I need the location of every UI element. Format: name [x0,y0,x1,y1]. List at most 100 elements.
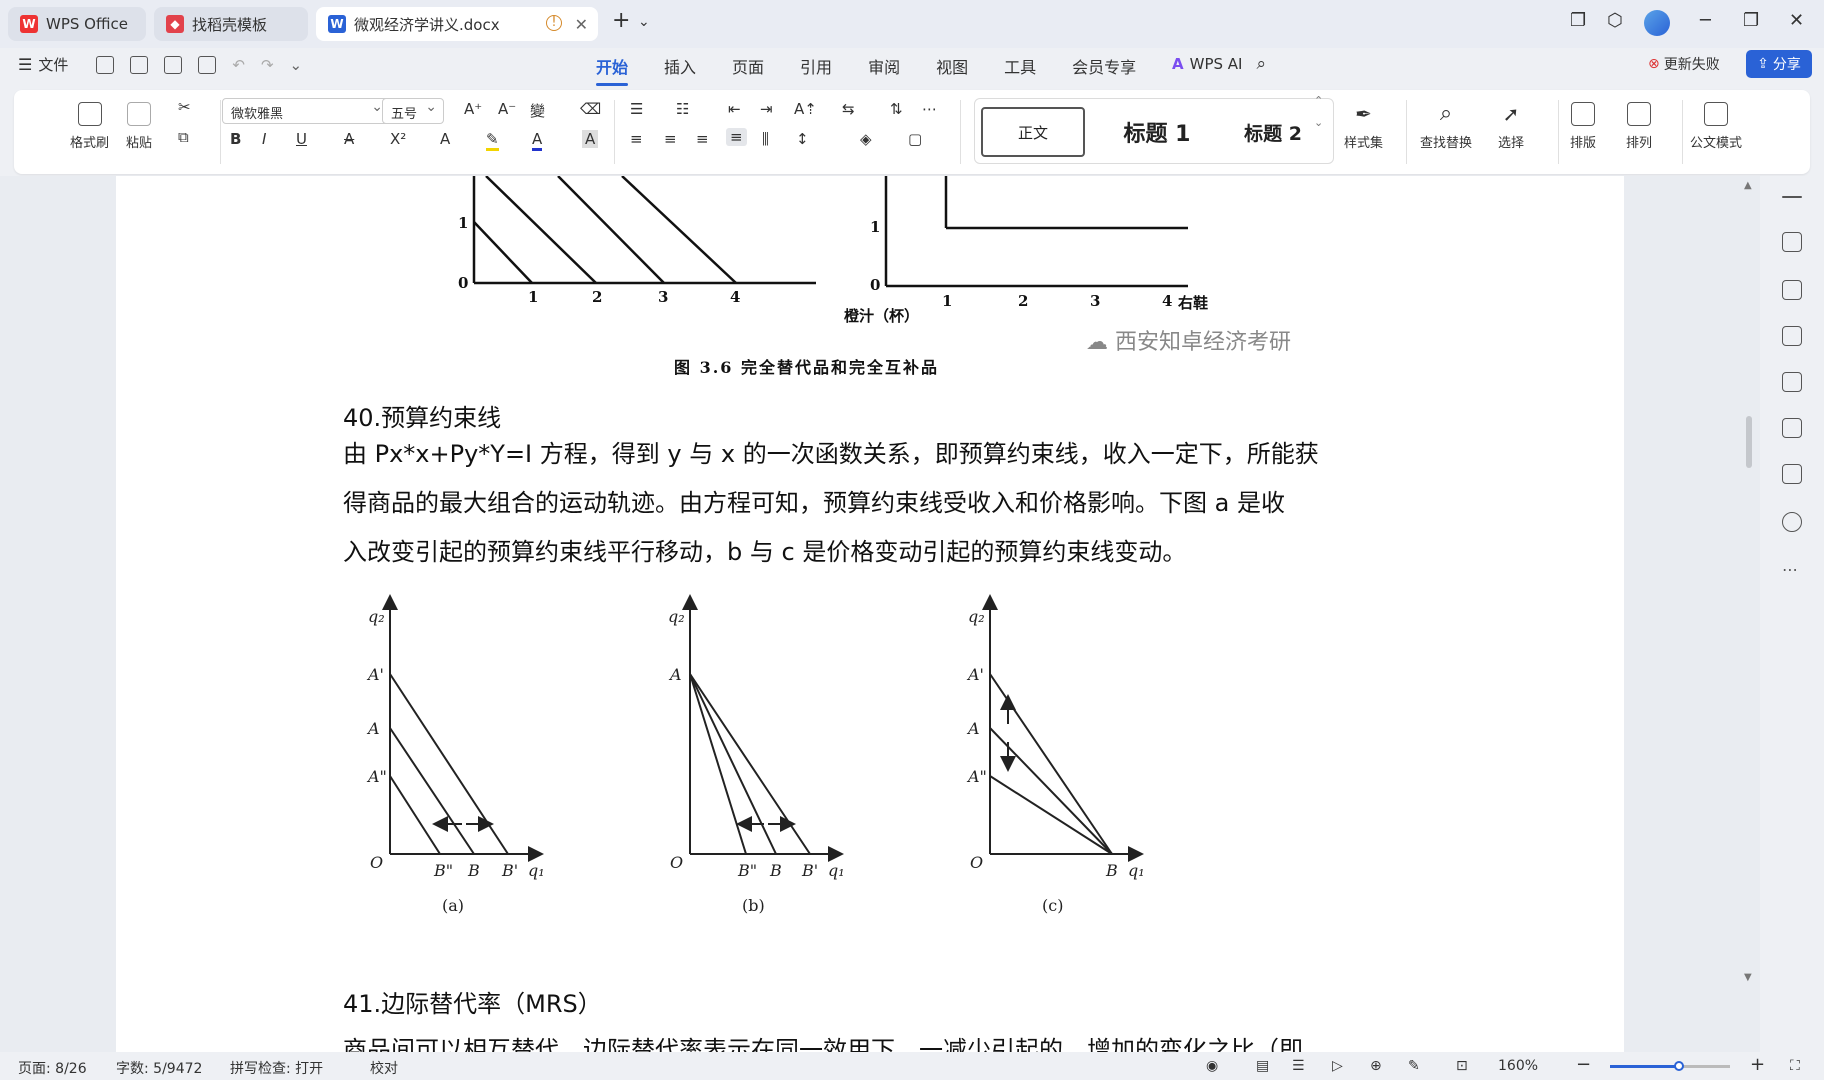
text-direction-icon[interactable]: A⇡ [794,100,817,118]
outdent-icon[interactable]: ⇤ [728,100,741,118]
style-set-button[interactable]: ✒ 样式集 [1344,102,1383,151]
tab-tools[interactable]: 工具 [1004,54,1036,78]
tools-icon[interactable] [1782,418,1802,438]
wps-ai-button[interactable]: A WPS AI ⌕ [1172,54,1266,74]
char-shading-icon[interactable]: A [582,130,599,148]
tab-page[interactable]: 页面 [732,54,764,78]
sort-icon[interactable]: ⇅ [890,100,903,118]
copy-icon[interactable]: ⧉ [178,128,189,146]
document-workspace[interactable]: 1 0 1 2 3 4 橙汁（杯） 1 0 1 2 3 4 右鞋 ☁ 西安知卓经… [0,176,1760,1052]
edit-icon[interactable] [1782,232,1802,252]
word-count[interactable]: 字数: 5/9472 [116,1058,202,1078]
find-replace-button[interactable]: ⌕ 查找替换 [1420,102,1472,152]
share-button[interactable]: ⇪ 分享 [1746,50,1812,78]
style-heading2[interactable]: 标题 2 [1223,107,1323,157]
fit-icon[interactable]: ⊡ [1456,1058,1468,1074]
style-normal[interactable]: 正文 [981,107,1085,157]
avatar[interactable] [1644,10,1670,36]
print-icon[interactable] [164,55,183,74]
tab-member[interactable]: 会员专享 [1072,54,1136,78]
scrollbar-thumb[interactable] [1746,416,1752,468]
play-icon[interactable]: ▷ [1332,1058,1343,1074]
highlight-icon[interactable]: ✎ [486,130,499,151]
shading-icon[interactable]: ◈ [860,130,872,148]
ai-assist-icon[interactable] [1782,372,1802,392]
line-spacing-icon[interactable]: ↕ [796,130,809,148]
paste-button[interactable]: 粘贴 [126,102,152,151]
shrink-font-icon[interactable]: A⁻ [498,100,516,118]
border-icon[interactable]: ▢ [908,130,922,148]
close-window-icon[interactable]: ✕ [1789,10,1804,31]
official-mode-button[interactable]: 公文模式 [1690,102,1742,151]
phonetic-icon[interactable]: 變 [530,100,545,121]
bold-icon[interactable]: B [230,130,241,148]
show-marks-icon[interactable]: ⋯ [922,100,937,118]
tab-view[interactable]: 视图 [936,54,968,78]
outline-view-icon[interactable]: ☰ [1292,1058,1305,1074]
warning-icon[interactable]: ! [546,15,562,31]
underline-icon[interactable]: U [296,130,307,148]
indent-icon[interactable]: ⇥ [760,100,773,118]
tab-document[interactable]: W 微观经济学讲义.docx ! ✕ [316,7,598,41]
more-icon[interactable]: ⌄ [290,56,303,74]
tab-reference[interactable]: 引用 [800,54,832,78]
distribute-icon[interactable]: ⫼ [762,130,769,148]
file-menu[interactable]: ☰ 文件 ↶ ↷ ⌄ [18,54,302,75]
search-icon[interactable]: ⌕ [1256,54,1266,74]
format-painter-button[interactable]: 格式刷 [70,102,109,151]
text-effect-icon[interactable]: A [440,130,450,148]
zoom-slider[interactable] [1610,1061,1730,1071]
page-indicator[interactable]: 页面: 8/26 [18,1058,87,1078]
tab-template[interactable]: ◆ 找稻壳模板 [154,7,308,41]
pen-icon[interactable]: ✎ [1408,1058,1420,1074]
cut-icon[interactable]: ✂ [178,98,191,116]
tab-wps-office[interactable]: W WPS Office [8,7,146,41]
tab-home[interactable]: 开始 [596,54,629,86]
new-tab-icon[interactable]: + [612,8,630,33]
fullscreen-icon[interactable]: ⛶ [1790,1058,1800,1074]
grow-font-icon[interactable]: A⁺ [464,100,482,118]
update-status[interactable]: ⊗ 更新失败 [1648,54,1720,74]
export-icon[interactable] [130,55,149,74]
document-page[interactable]: 1 0 1 2 3 4 橙汁（杯） 1 0 1 2 3 4 右鞋 ☁ 西安知卓经… [116,176,1624,1052]
help-icon[interactable] [1782,512,1802,532]
window-restore-icon[interactable]: ❐ [1570,10,1586,31]
align-left-icon[interactable]: ≡ [630,130,643,148]
chevron-down-icon[interactable]: ⌄ [638,14,650,30]
redo-icon[interactable]: ↷ [261,56,274,74]
cursor-icon[interactable] [1782,280,1802,300]
align-center-icon[interactable]: ≡ [664,130,677,148]
minimize-icon[interactable]: ─ [1700,10,1711,31]
spell-check-status[interactable]: 拼写检查: 打开 [230,1058,323,1078]
zoom-slider-thumb[interactable] [1674,1061,1684,1071]
zoom-level[interactable]: 160% [1498,1058,1538,1074]
plugin-icon[interactable] [1782,464,1802,484]
bullet-list-icon[interactable]: ☰ [630,100,643,118]
adjust-icon[interactable] [1782,326,1802,346]
numbered-list-icon[interactable]: ☷ [676,100,689,118]
font-size-select[interactable]: 五号 [382,98,444,124]
arrange-button[interactable]: 排列 [1626,102,1652,151]
style-heading1[interactable]: 标题 1 [1097,107,1217,157]
proofread-button[interactable]: 校对 [370,1058,398,1078]
scroll-down-icon[interactable]: ▼ [1744,972,1752,983]
superscript-icon[interactable]: X² [390,130,406,148]
font-name-select[interactable]: 微软雅黑 [222,98,390,124]
cube-icon[interactable]: ⬡ [1607,10,1623,31]
save-icon[interactable] [96,55,115,74]
web-view-icon[interactable]: ⊕ [1370,1058,1382,1074]
vertical-scrollbar[interactable]: ▲ ▼ [1740,176,1760,1052]
tab-insert[interactable]: 插入 [664,54,696,78]
strikethrough-icon[interactable]: A [344,130,354,148]
select-button[interactable]: ➚ 选择 [1498,102,1524,151]
font-color-icon[interactable]: A [532,130,543,151]
print-preview-icon[interactable] [198,55,217,74]
style-scroll-up-icon[interactable]: ⌃ [1314,94,1323,107]
style-scroll-down-icon[interactable]: ⌄ [1314,116,1323,129]
justify-icon[interactable]: ≡ [726,128,747,146]
tab-review[interactable]: 审阅 [868,54,900,78]
eye-icon[interactable]: ◉ [1206,1058,1218,1074]
swap-icon[interactable]: ⇆ [842,100,855,118]
align-right-icon[interactable]: ≡ [696,130,709,148]
zoom-in-icon[interactable]: + [1750,1054,1765,1075]
